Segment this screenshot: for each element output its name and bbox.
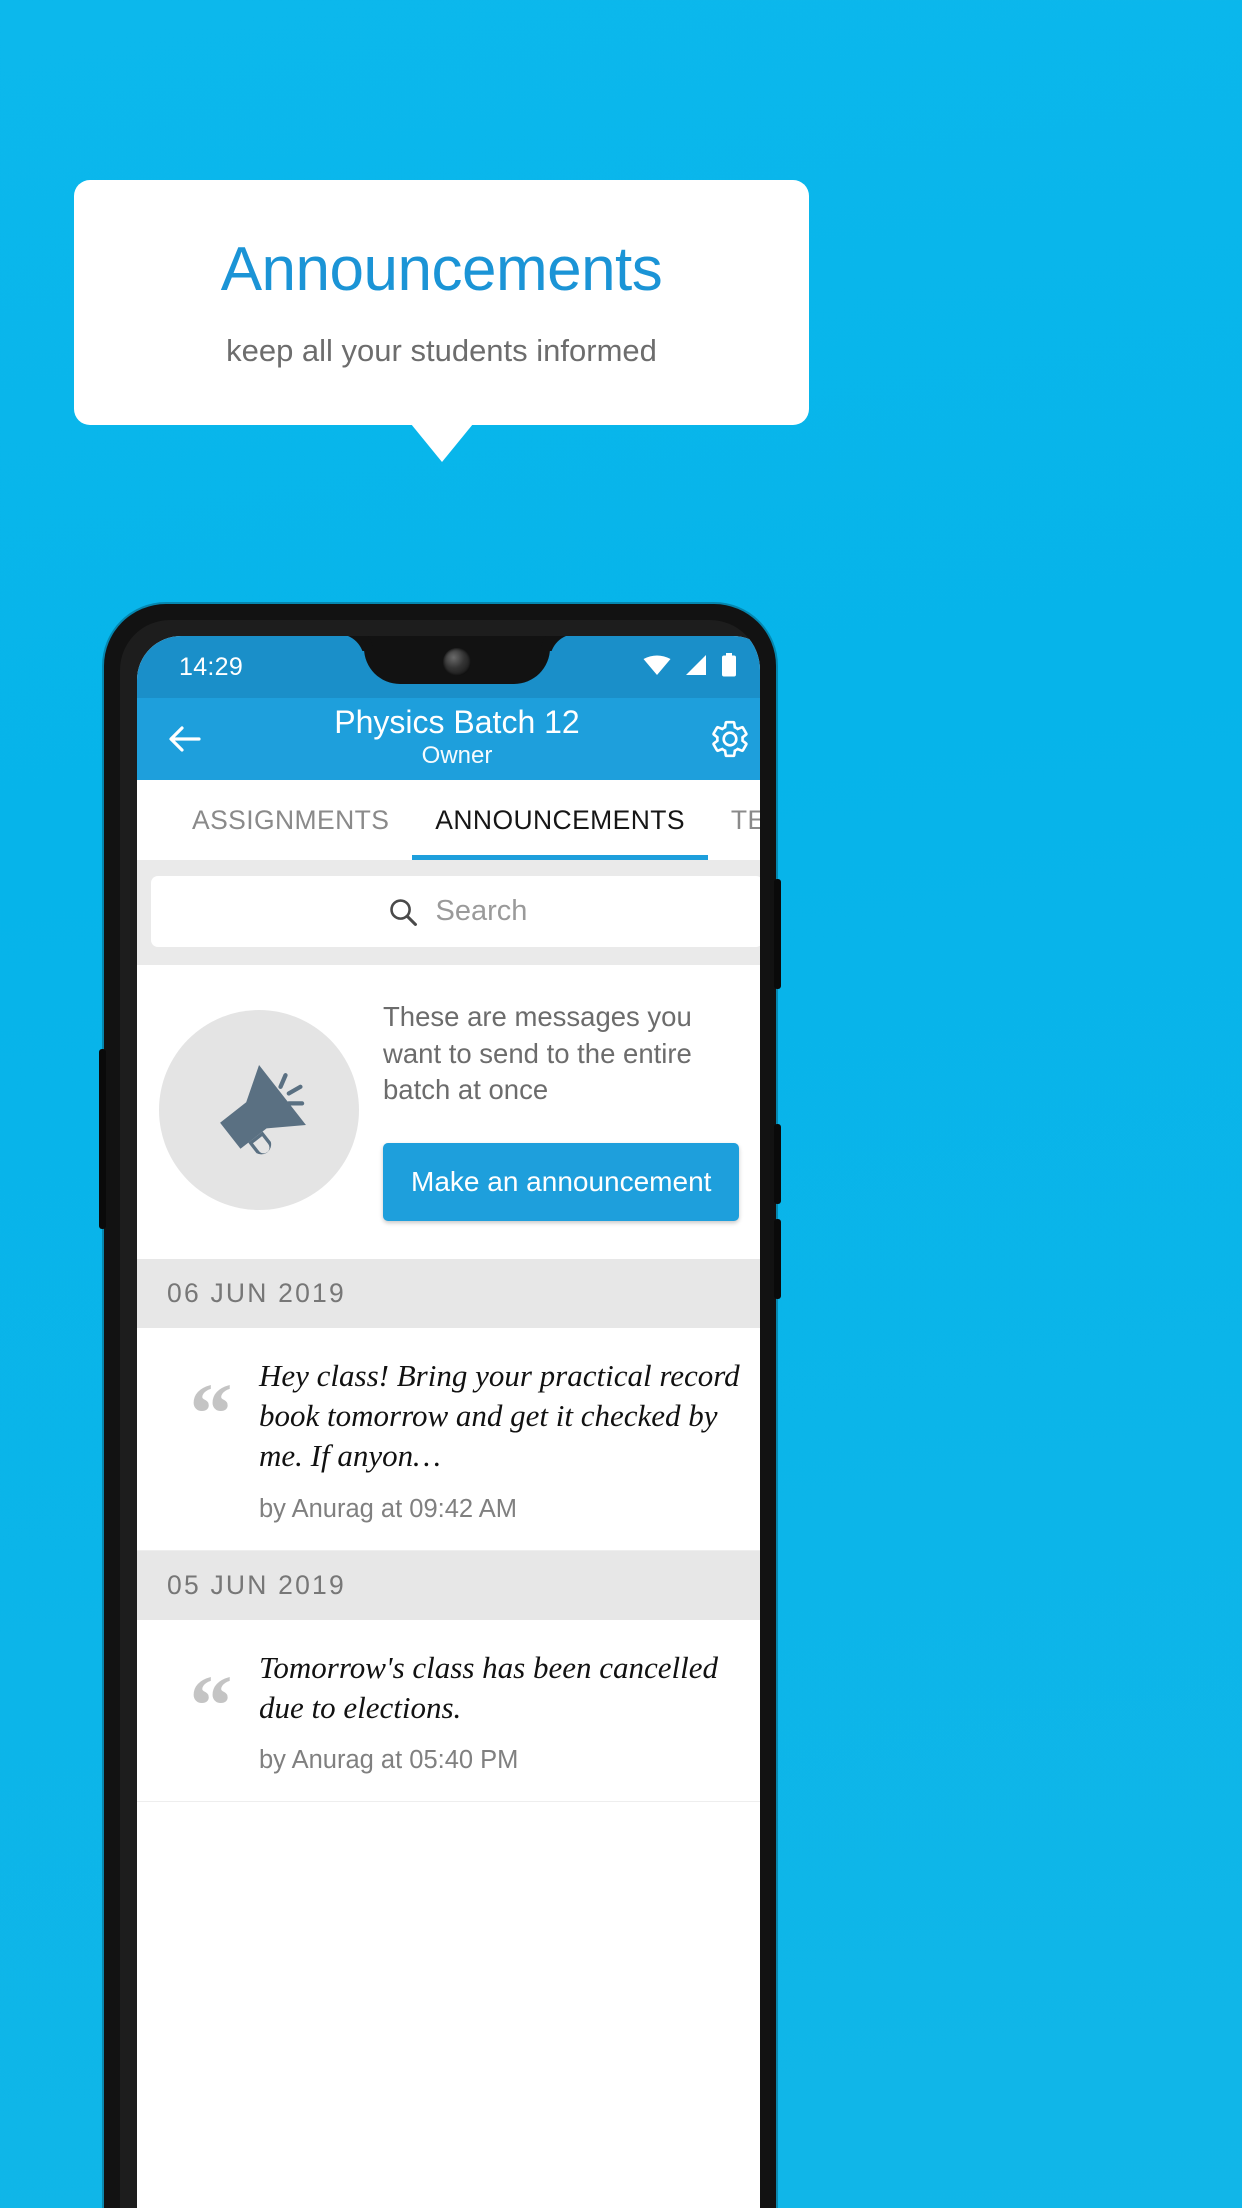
megaphone-avatar [159, 1009, 359, 1210]
announcement-meta: by Anurag at 05:40 PM [259, 1746, 519, 1775]
announcement-item[interactable]: “ Tomorrow's class has been cancelled du… [137, 1619, 760, 1803]
announcement-body: Hey class! Bring your practical record b… [259, 1356, 751, 1524]
quote-icon: “ [189, 1656, 233, 1753]
wifi-icon [643, 654, 671, 681]
quote-icon: “ [189, 1364, 233, 1461]
promo-card: Announcements keep all your students inf… [74, 180, 809, 425]
promo-subtitle: keep all your students informed [226, 332, 657, 368]
announcement-empty-description: These are messages you want to send to t… [383, 1001, 692, 1106]
megaphone-icon [206, 1057, 312, 1163]
assistant-button[interactable] [99, 1049, 106, 1229]
front-camera [443, 648, 471, 676]
announcement-text: Hey class! Bring your practical record b… [259, 1357, 740, 1474]
phone-screen: 14:29 Physics Batch 12 Owner ASSIGNMENTS… [137, 636, 760, 2208]
app-bar: Physics Batch 12 Owner [137, 698, 760, 780]
phone-notch [364, 636, 550, 684]
search-input[interactable]: Search [151, 876, 760, 947]
announcement-item[interactable]: “ Hey class! Bring your practical record… [137, 1327, 760, 1551]
announcement-text: Tomorrow's class has been cancelled due … [259, 1649, 718, 1725]
date-header: 05 JUN 2019 [137, 1550, 760, 1620]
back-arrow-icon[interactable] [163, 717, 207, 761]
announcement-meta: by Anurag at 09:42 AM [259, 1494, 518, 1523]
page-subtitle: Owner [421, 741, 493, 769]
tab-tests[interactable]: TESTS [708, 780, 760, 860]
tab-announcements[interactable]: ANNOUNCEMENTS [412, 780, 708, 860]
promo-card-tail [411, 424, 473, 462]
tab-bar[interactable]: ASSIGNMENTS ANNOUNCEMENTS TESTS ‹ [137, 780, 760, 860]
announcement-empty-state: These are messages you want to send to t… [137, 965, 760, 1259]
phone-bezel: 14:29 Physics Batch 12 Owner ASSIGNMENTS… [120, 620, 760, 2208]
volume-down-button[interactable] [774, 1219, 781, 1299]
status-bar: 14:29 [137, 636, 760, 698]
status-time: 14:29 [179, 652, 244, 681]
status-icons [643, 652, 737, 682]
search-placeholder: Search [435, 895, 528, 927]
promo-title: Announcements [220, 235, 663, 305]
search-icon [387, 896, 418, 927]
search-bar-container: Search [137, 860, 760, 965]
date-header: 06 JUN 2019 [137, 1258, 760, 1328]
battery-icon [721, 652, 737, 682]
phone-device-frame: 14:29 Physics Batch 12 Owner ASSIGNMENTS… [99, 604, 781, 2208]
gear-icon[interactable] [709, 718, 751, 760]
signal-icon [684, 654, 708, 681]
announcement-empty-state-body: These are messages you want to send to t… [383, 999, 749, 1221]
app-bar-titles: Physics Batch 12 Owner [137, 704, 760, 772]
page-title: Physics Batch 12 [334, 704, 580, 740]
tab-assignments[interactable]: ASSIGNMENTS [169, 780, 412, 860]
power-button[interactable] [774, 879, 781, 989]
volume-up-button[interactable] [774, 1124, 781, 1204]
make-announcement-button[interactable]: Make an announcement [383, 1142, 740, 1221]
announcement-body: Tomorrow's class has been cancelled due … [259, 1648, 751, 1776]
